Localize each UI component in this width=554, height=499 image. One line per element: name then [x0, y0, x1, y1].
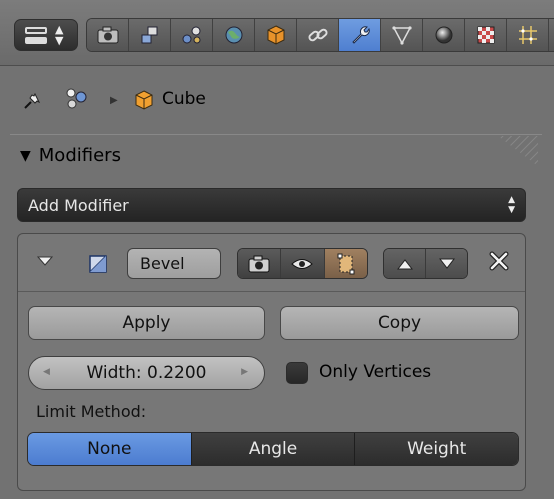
modifiers-wrench-icon: [351, 26, 370, 44]
tab-world[interactable]: [213, 19, 255, 51]
pin-icon: [24, 92, 41, 109]
material-icon: [435, 26, 452, 44]
width-value: Width: 0.2200: [86, 363, 207, 383]
render-toggle[interactable]: [238, 249, 282, 278]
object-data-icon: [391, 26, 412, 45]
eye-icon: [291, 258, 314, 269]
decrement-arrow-icon[interactable]: ◀: [43, 367, 50, 377]
tab-constraints[interactable]: [297, 19, 339, 51]
limit-method-none[interactable]: None: [28, 433, 192, 465]
arrow-down-icon: [438, 258, 455, 269]
editor-type-selector[interactable]: ▲ ▼: [14, 19, 78, 51]
tab-object-data[interactable]: [381, 19, 423, 51]
context-path: ▶ Cube: [0, 67, 554, 135]
modifier-bevel: Bevel Apply Copy ◀ Width: 0.2200 ▶ Only …: [17, 233, 526, 491]
cube-icon: [133, 89, 155, 116]
arrow-up-icon: [396, 258, 413, 269]
render-camera-icon: [248, 255, 270, 272]
limit-method-selector: None Angle Weight: [27, 432, 519, 466]
modifier-collapse-button[interactable]: [36, 252, 54, 275]
editor-type-icon-part: [25, 37, 47, 44]
width-field[interactable]: ◀ Width: 0.2200 ▶: [28, 356, 265, 390]
tab-scene[interactable]: [171, 19, 213, 51]
edit-mode-icon: [337, 253, 355, 274]
apply-button[interactable]: Apply: [28, 306, 265, 340]
texture-icon: [477, 26, 494, 44]
limit-method-angle[interactable]: Angle: [191, 433, 356, 465]
divider: [10, 134, 542, 135]
add-modifier-label: Add Modifier: [28, 196, 129, 215]
scene-objects-icon: [64, 87, 94, 116]
collapse-triangle-icon: [36, 256, 54, 266]
render-layers-icon: [141, 26, 157, 44]
modifier-name-field[interactable]: Bevel: [127, 248, 221, 279]
tab-render[interactable]: [87, 19, 129, 51]
world-icon: [225, 26, 242, 44]
tab-particles[interactable]: [507, 19, 549, 51]
remove-modifier-button[interactable]: [487, 249, 511, 278]
add-modifier-dropdown[interactable]: Add Modifier ▲ ▼: [17, 188, 526, 222]
scene-icon: [182, 26, 200, 44]
panel-drag-handle[interactable]: [498, 136, 538, 166]
modifier-move-buttons: [383, 248, 468, 279]
editmode-toggle[interactable]: [324, 249, 367, 278]
constraints-icon: [307, 28, 328, 42]
dropdown-arrows-icon: ▲ ▼: [508, 195, 515, 215]
only-vertices-label[interactable]: Only Vertices: [319, 362, 431, 382]
tab-modifiers[interactable]: [339, 19, 381, 51]
panel-header-modifiers[interactable]: ▼ Modifiers: [20, 145, 121, 166]
only-vertices-checkbox[interactable]: [286, 362, 308, 384]
copy-button[interactable]: Copy: [280, 306, 519, 340]
viewport-toggle[interactable]: [281, 249, 325, 278]
tab-render-layers[interactable]: [129, 19, 171, 51]
object-name: Cube: [162, 89, 206, 109]
panel-collapse-icon: ▼: [20, 148, 31, 164]
close-icon: [489, 251, 509, 271]
pin-button[interactable]: [22, 89, 44, 116]
particles-icon: [518, 26, 537, 44]
limit-method-weight[interactable]: Weight: [355, 433, 518, 465]
tab-physics[interactable]: [549, 19, 554, 51]
tab-object[interactable]: [255, 19, 297, 51]
move-up-button[interactable]: [384, 249, 426, 278]
tab-texture[interactable]: [465, 19, 507, 51]
dropdown-arrows-icon: ▲ ▼: [55, 23, 64, 47]
limit-method-label: Limit Method:: [36, 402, 147, 421]
move-down-button[interactable]: [426, 249, 467, 278]
editor-type-icon: [25, 27, 47, 34]
breadcrumb-arrow-icon: ▶: [110, 95, 118, 106]
properties-header: ▲ ▼: [0, 0, 554, 66]
modifier-header: Bevel: [18, 234, 525, 292]
object-icon: [267, 25, 284, 45]
tab-material[interactable]: [423, 19, 465, 51]
modifier-visibility-toggles: [237, 248, 368, 279]
render-icon: [97, 26, 118, 44]
bevel-modifier-icon: [88, 254, 108, 279]
context-tabs: [86, 18, 554, 52]
increment-arrow-icon[interactable]: ▶: [241, 367, 248, 377]
panel-title: Modifiers: [38, 145, 121, 166]
